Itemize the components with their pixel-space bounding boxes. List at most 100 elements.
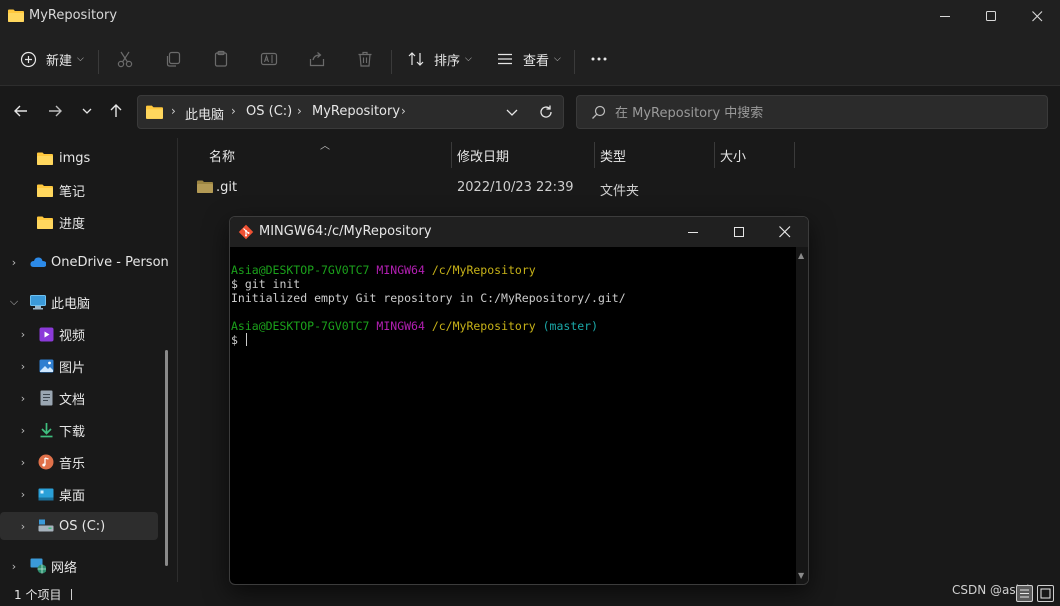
column-header-type[interactable]: 类型: [600, 146, 626, 165]
search-input[interactable]: [615, 103, 1035, 123]
paste-button[interactable]: [211, 44, 231, 74]
sidebar-item-onedrive[interactable]: › OneDrive - Person: [0, 248, 169, 276]
sidebar-item-pictures[interactable]: › 图片: [0, 352, 158, 380]
terminal-maximize-button[interactable]: [716, 217, 762, 247]
details-view-button[interactable]: [1016, 585, 1033, 602]
file-row[interactable]: .git 2022/10/23 22:39 文件夹: [186, 174, 986, 200]
sidebar-item-label: OS (C:): [59, 518, 106, 534]
sidebar-item-label: 笔记: [59, 184, 86, 200]
sort-button[interactable]: 排序 ⌵: [406, 44, 472, 74]
status-bar: 1 个项目: [0, 584, 1060, 606]
column-header-name[interactable]: 名称: [209, 146, 235, 165]
column-header-size[interactable]: 大小: [720, 146, 746, 165]
window-title: MyRepository: [29, 8, 118, 23]
breadcrumb-folder[interactable]: MyRepository: [312, 104, 400, 119]
delete-button[interactable]: [355, 44, 375, 74]
maximize-icon: [733, 226, 744, 237]
terminal-input-line[interactable]: $: [231, 333, 798, 347]
sidebar-item-music[interactable]: › 音乐: [0, 448, 158, 476]
maximize-button[interactable]: [968, 0, 1014, 32]
new-button[interactable]: 新建 ⌵: [18, 44, 84, 74]
scroll-down-icon[interactable]: ▼: [798, 571, 804, 580]
tiles-view-icon: [1040, 588, 1051, 599]
up-button[interactable]: [104, 99, 128, 123]
tiles-view-button[interactable]: [1037, 585, 1054, 602]
address-bar[interactable]: › 此电脑 › OS (C:) › MyRepository ›: [137, 95, 564, 129]
sidebar-item-videos[interactable]: › 视频: [0, 320, 158, 348]
divider: [574, 50, 575, 74]
sidebar-item-imgs[interactable]: imgs: [0, 144, 158, 172]
sidebar-item-notes[interactable]: 笔记: [0, 176, 158, 204]
chevron-right-icon[interactable]: ›: [17, 360, 29, 373]
scroll-up-icon[interactable]: ▲: [798, 251, 804, 260]
chevron-right-icon[interactable]: ›: [8, 560, 20, 573]
terminal-scrollbar[interactable]: ▲ ▼: [796, 247, 808, 584]
refresh-icon[interactable]: [538, 104, 554, 120]
cut-button[interactable]: [115, 44, 135, 74]
column-divider[interactable]: [451, 142, 452, 168]
sidebar-item-progress[interactable]: 进度: [0, 208, 158, 236]
more-options-button[interactable]: [589, 44, 609, 74]
close-button[interactable]: [1014, 0, 1060, 32]
chevron-right-icon[interactable]: ›: [17, 488, 29, 501]
sidebar-item-this-pc[interactable]: ⌵ 此电脑: [0, 288, 158, 316]
document-icon: [38, 390, 54, 406]
sidebar-item-label: 进度: [59, 216, 86, 232]
chevron-down-icon[interactable]: [506, 108, 518, 118]
column-divider[interactable]: [594, 142, 595, 168]
details-view-icon: [1020, 589, 1029, 598]
search-box[interactable]: [576, 95, 1048, 129]
breadcrumb-drive[interactable]: OS (C:): [246, 104, 292, 119]
view-label: 查看: [523, 53, 550, 69]
sort-up-icon: ︿: [320, 141, 330, 152]
breadcrumb-this-pc[interactable]: 此电脑: [185, 104, 224, 123]
terminal-title-bar[interactable]: MINGW64:/c/MyRepository: [230, 217, 808, 247]
chevron-right-icon[interactable]: ›: [17, 456, 29, 469]
sidebar-item-label: 音乐: [59, 456, 86, 472]
terminal-window[interactable]: MINGW64:/c/MyRepository Asia@DESKTOP-7GV…: [229, 216, 809, 585]
maximize-icon: [985, 10, 996, 21]
divider: [391, 50, 392, 74]
terminal-close-button[interactable]: [762, 217, 808, 247]
more-icon: [589, 49, 609, 69]
chevron-right-icon[interactable]: ›: [17, 392, 29, 405]
sidebar-scrollbar[interactable]: [165, 350, 168, 566]
chevron-right-icon: ›: [401, 104, 406, 118]
chevron-down-icon[interactable]: ⌵: [8, 295, 20, 309]
computer-icon: [30, 294, 46, 310]
sidebar-item-network[interactable]: › 网络: [0, 552, 158, 580]
sidebar-item-documents[interactable]: › 文档: [0, 384, 158, 412]
back-button[interactable]: [9, 99, 33, 123]
copy-button[interactable]: [163, 44, 183, 74]
rename-button[interactable]: [259, 44, 279, 74]
chevron-right-icon[interactable]: ›: [17, 424, 29, 437]
column-header-modified[interactable]: 修改日期: [457, 146, 509, 165]
pane-divider[interactable]: [177, 138, 178, 582]
folder-icon: [146, 105, 163, 119]
terminal-output[interactable]: Asia@DESKTOP-7GV0TC7 MINGW64 /c/MyReposi…: [230, 247, 798, 584]
terminal-minimize-button[interactable]: [670, 217, 716, 247]
sidebar-item-downloads[interactable]: › 下载: [0, 416, 158, 444]
recent-locations-button[interactable]: [75, 99, 99, 123]
copy-icon: [163, 49, 183, 69]
sidebar-item-label: 下载: [59, 424, 86, 440]
view-button[interactable]: 查看 ⌵: [495, 44, 561, 74]
chevron-right-icon[interactable]: ›: [17, 328, 29, 341]
chevron-down-icon: ⌵: [77, 54, 84, 64]
folder-icon: [8, 9, 24, 22]
sidebar-item-desktop[interactable]: › 桌面: [0, 480, 158, 508]
forward-button[interactable]: [43, 99, 67, 123]
share-button[interactable]: [307, 44, 327, 74]
network-icon: [30, 558, 46, 574]
column-divider[interactable]: [714, 142, 715, 168]
chevron-right-icon: ›: [297, 104, 302, 118]
sidebar-item-os-drive[interactable]: › OS (C:): [0, 512, 158, 540]
prompt-user: Asia@DESKTOP-7GV0TC7: [231, 319, 370, 333]
chevron-right-icon[interactable]: ›: [17, 520, 29, 533]
chevron-right-icon[interactable]: ›: [8, 256, 20, 269]
minimize-button[interactable]: [922, 0, 968, 32]
sidebar-item-label: imgs: [59, 150, 91, 166]
column-divider[interactable]: [794, 142, 795, 168]
close-icon: [779, 226, 791, 238]
sort-label: 排序: [434, 53, 461, 69]
